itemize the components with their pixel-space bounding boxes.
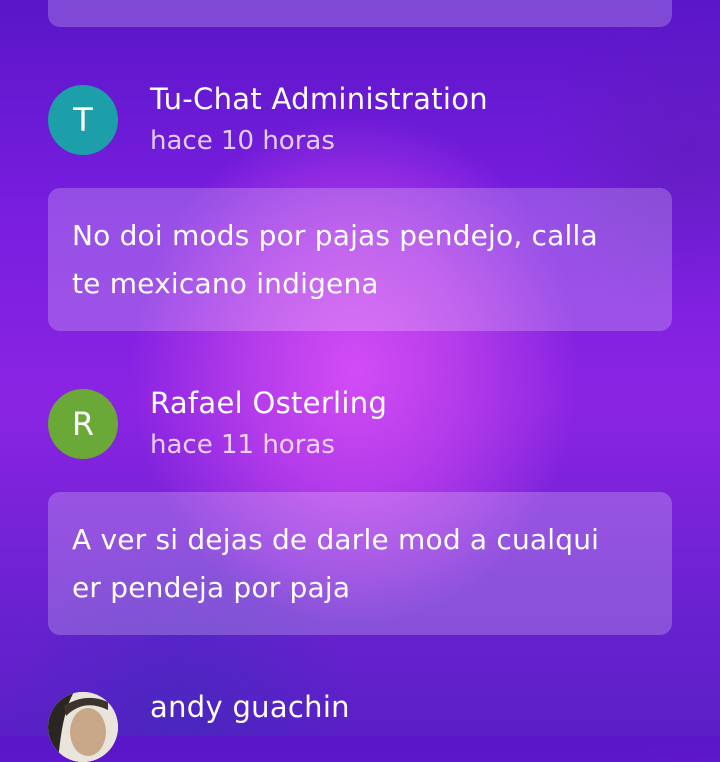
avatar-tu-chat-administration[interactable]: T — [48, 85, 118, 155]
comment-bubble: A ver si dejas de darle mod a cualqui er… — [48, 492, 672, 635]
author-name[interactable]: Rafael Osterling — [150, 386, 387, 420]
comment-bubble: No doi mods por pajas pendejo, calla te … — [48, 188, 672, 331]
avatar-letter: T — [73, 101, 93, 139]
comment-bubble-previous — [48, 0, 672, 27]
user-photo-avatar-icon — [48, 692, 118, 762]
comment-timestamp: hace 10 horas — [150, 126, 335, 156]
comment-text: No doi mods por pajas pendejo, calla te … — [72, 219, 598, 300]
avatar-rafael-osterling[interactable]: R — [48, 389, 118, 459]
avatar-andy-guachin[interactable] — [48, 692, 118, 762]
comment-text: A ver si dejas de darle mod a cualqui er… — [72, 523, 600, 604]
author-name[interactable]: andy guachin — [150, 690, 350, 724]
author-name[interactable]: Tu-Chat Administration — [150, 82, 488, 116]
avatar-letter: R — [71, 405, 95, 443]
comment-timestamp: hace 11 horas — [150, 430, 335, 460]
